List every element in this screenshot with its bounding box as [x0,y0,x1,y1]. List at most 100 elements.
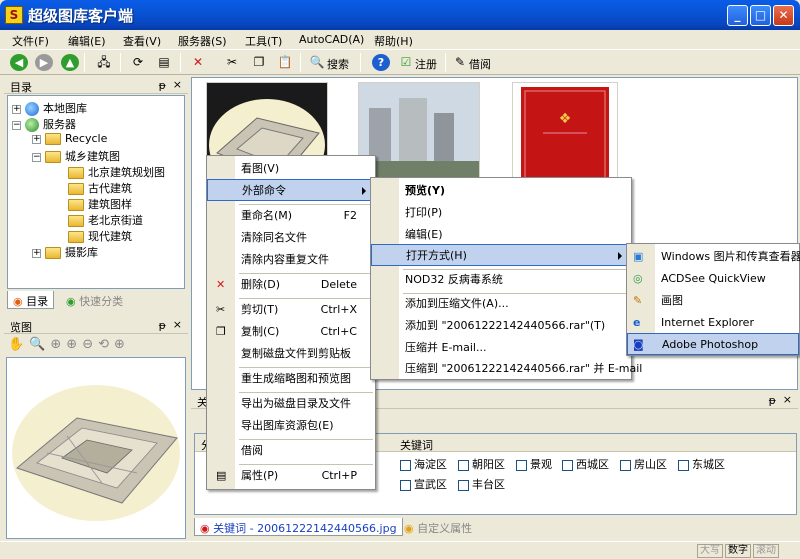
panel-close-icon[interactable]: × [173,78,182,91]
tree-item-child[interactable]: 古代建筑 [68,180,132,196]
cut-icon[interactable]: ✂ [223,54,241,71]
tree-item-photo[interactable]: + 摄影库 [32,244,98,260]
pin-icon[interactable]: ᵽ [159,79,166,92]
zoom-in-icon[interactable]: ⊕ [66,337,82,352]
register-button[interactable]: 注册 [415,56,437,72]
menu-item-properties[interactable]: ▤ 属性(P) Ctrl+P [207,465,375,487]
tree-item-child[interactable]: 老北京街道 [68,212,143,228]
menu-item-compress-email[interactable]: 压缩并 E-mail... [371,337,631,359]
menu-item-add-rar[interactable]: 添加到 "20061222142440566.rar"(T) [371,315,631,337]
menu-server[interactable]: 服务器(S) [178,33,227,49]
paste-icon[interactable]: 📋 [276,54,294,71]
folder-icon [45,247,61,259]
menu-item-print[interactable]: 打印(P) [371,202,631,224]
tree-item-urban[interactable]: − 城乡建筑图 [32,148,120,164]
directory-panel-title: 目录 [10,81,32,94]
menu-item-nod32[interactable]: NOD32 反病毒系统 [371,269,631,291]
server-icon [25,118,39,132]
forward-icon[interactable]: ▶ [35,54,53,71]
zoom-custom-icon[interactable]: ⊕ [114,337,130,352]
close-button[interactable]: ✕ [773,5,794,26]
ie-icon: e [633,316,641,329]
tab-custom-properties[interactable]: ◉ 自定义属性 [399,518,477,536]
delete-icon[interactable]: ✕ [189,54,207,71]
keyword-checkbox[interactable]: 海淀区 [400,456,447,472]
menu-item-cut[interactable]: ✂ 剪切(T) Ctrl+X [207,299,375,321]
menu-help[interactable]: 帮助(H) [374,33,413,49]
tab-quick-category[interactable]: ◉ 快速分类 [61,291,128,309]
keyword-checkbox[interactable]: 丰台区 [458,476,505,492]
menu-item-compress-rar-email[interactable]: 压缩到 "20061222142440566.rar" 并 E-mail [371,358,642,380]
keyword-checkbox[interactable]: 景观 [516,456,552,472]
menu-item-view[interactable]: 看图(V) [207,158,375,180]
menu-tools[interactable]: 工具(T) [245,33,282,49]
menu-item-rename[interactable]: 重命名(M) F2 [207,205,375,227]
menu-item-add-archive[interactable]: 添加到压缩文件(A)... [371,293,631,315]
maximize-button[interactable]: □ [750,5,771,26]
help-icon[interactable]: ? [372,54,390,71]
tree-item-local[interactable]: + 本地图库 [12,100,87,116]
menu-autocad[interactable]: AutoCAD(A) [299,33,364,46]
properties-icon[interactable]: ▤ [155,54,173,71]
menu-edit[interactable]: 编辑(E) [68,33,106,49]
keyword-checkbox[interactable]: 朝阳区 [458,456,505,472]
menu-view[interactable]: 查看(V) [123,33,161,49]
search-button[interactable]: 搜索 [327,56,349,72]
menu-item-copy-disk-file[interactable]: 复制磁盘文件到剪贴板 [207,343,375,365]
keyword-checkbox[interactable]: 房山区 [620,456,667,472]
menu-item-clear-same-name[interactable]: 清除同名文件 [207,227,375,249]
zoom-out-icon[interactable]: ⊖ [82,337,98,352]
pin-icon[interactable]: ᵽ [769,394,776,407]
menu-item-external[interactable]: 外部命令 [207,179,375,201]
register-icon[interactable]: ☑ [397,54,415,71]
menu-file[interactable]: 文件(F) [12,33,49,49]
rotate-icon[interactable]: ⟲ [98,337,114,352]
tree-item-child[interactable]: 建筑图样 [68,196,132,212]
hand-icon[interactable]: ✋ [8,337,29,352]
menu-item-clear-duplicates[interactable]: 清除内容重复文件 [207,249,375,271]
borrow-icon[interactable]: ✎ [451,54,469,71]
panel-close-icon[interactable]: × [173,318,182,331]
up-icon[interactable]: ▲ [61,54,79,71]
paint-icon: ✎ [633,294,643,307]
copy-icon: ❐ [216,325,226,338]
menu-item-edit[interactable]: 编辑(E) [371,224,631,246]
menu-bar: 文件(F) 编辑(E) 查看(V) 服务器(S) 工具(T) AutoCAD(A… [0,30,800,50]
thumbnail[interactable] [358,82,480,182]
menu-item-open-with[interactable]: 打开方式(H) [371,244,631,266]
menu-item-acdsee[interactable]: ◎ ACDSee QuickView [627,268,799,290]
menu-item-paint[interactable]: ✎ 画图 [627,290,799,312]
menu-item-export-directory[interactable]: 导出为磁盘目录及文件 [207,393,375,415]
fit-icon[interactable]: ⊕ [50,337,66,352]
menu-item-windows-viewer[interactable]: ▣ Windows 图片和传真查看器 [627,246,800,268]
keyword-checkbox[interactable]: 宣武区 [400,476,447,492]
menu-item-delete[interactable]: ✕ 删除(D) Delete [207,274,375,296]
tree-item-server[interactable]: − 服务器 [12,116,76,132]
tree-item-child[interactable]: 北京建筑规划图 [68,164,165,180]
connect-icon[interactable]: 🖧 [95,54,113,71]
menu-item-regenerate-thumbnails[interactable]: 重生成缩略图和预览图 [207,368,375,390]
folder-icon [45,151,61,163]
zoom-icon[interactable]: 🔍 [29,337,50,352]
menu-item-copy[interactable]: ❐ 复制(C) Ctrl+C [207,321,375,343]
back-icon[interactable]: ◀ [10,54,28,71]
tab-keywords[interactable]: ◉ 关键词 - 20061222142440566.jpg [194,518,403,536]
pin-icon[interactable]: ᵽ [159,319,166,332]
refresh-icon[interactable]: ⟳ [129,54,147,71]
tree-item-recycle[interactable]: + Recycle [32,132,107,148]
search-icon[interactable]: 🔍 [308,54,326,71]
keyword-checkbox[interactable]: 西城区 [562,456,609,472]
copy-icon[interactable]: ❐ [250,54,268,71]
open-with-menu: ▣ Windows 图片和传真查看器 ◎ ACDSee QuickView ✎ 画图 … [626,243,800,356]
menu-item-borrow[interactable]: 借阅 [207,440,375,462]
tab-directory[interactable]: ◉ 目录 [7,291,55,309]
minimize-button[interactable]: _ [727,5,748,26]
menu-item-export-package[interactable]: 导出图库资源包(E) [207,415,375,437]
panel-close-icon[interactable]: × [783,393,792,406]
keyword-checkbox[interactable]: 东城区 [678,456,725,472]
menu-item-photoshop[interactable]: ◙ Adobe Photoshop [627,333,799,355]
tree-item-child[interactable]: 现代建筑 [68,228,132,244]
menu-item-preview[interactable]: 预览(Y) [371,180,631,202]
menu-item-ie[interactable]: e Internet Explorer [627,312,799,334]
borrow-button[interactable]: 借阅 [469,56,491,72]
